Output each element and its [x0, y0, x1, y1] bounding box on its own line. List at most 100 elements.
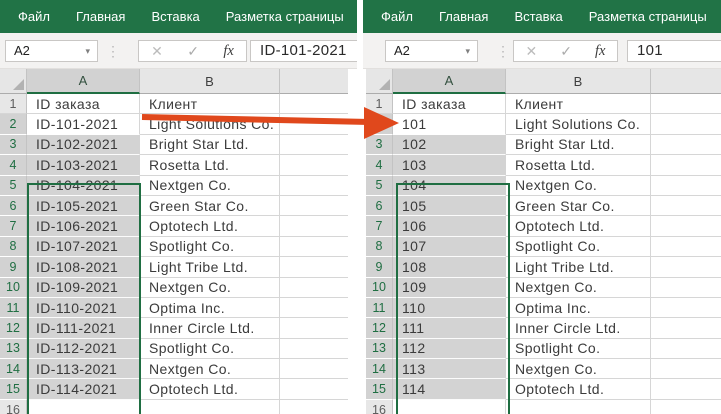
column-header-C[interactable]: [280, 69, 348, 94]
cell-C14[interactable]: [280, 359, 348, 380]
row-header-4[interactable]: 4: [0, 155, 27, 176]
cancel-icon[interactable]: ✕: [526, 43, 538, 60]
cell-C8[interactable]: [280, 236, 348, 258]
row-header-13[interactable]: 13: [366, 338, 393, 360]
column-header-B[interactable]: B: [506, 69, 651, 94]
enter-icon[interactable]: ✓: [187, 43, 199, 60]
cell-A11[interactable]: 110: [393, 297, 506, 319]
select-all-corner[interactable]: [0, 69, 27, 94]
cell-B3[interactable]: Bright Star Ltd.: [506, 134, 651, 156]
cell-A13[interactable]: 112: [393, 338, 506, 360]
cell-B16[interactable]: [140, 399, 280, 414]
cell-A14[interactable]: ID-113-2021: [27, 359, 140, 380]
cell-A7[interactable]: 106: [393, 216, 506, 237]
insert-function-icon[interactable]: fx: [223, 43, 233, 60]
cell-B7[interactable]: Optotech Ltd.: [506, 216, 651, 237]
cell-A15[interactable]: ID-114-2021: [27, 379, 140, 400]
cell-C7[interactable]: [280, 216, 348, 237]
name-box[interactable]: A2 ▾: [385, 40, 478, 62]
cell-B2[interactable]: Light Solutions Co.: [140, 114, 280, 135]
cell-B13[interactable]: Spotlight Co.: [506, 338, 651, 360]
row-header-5[interactable]: 5: [0, 175, 27, 196]
cell-A11[interactable]: ID-110-2021: [27, 297, 140, 319]
cell-C3[interactable]: [651, 134, 721, 156]
cell-C1[interactable]: [280, 94, 348, 115]
cell-B8[interactable]: Spotlight Co.: [140, 236, 280, 258]
tab-insert[interactable]: Вставка: [514, 9, 562, 24]
cell-C2[interactable]: [651, 114, 721, 135]
cancel-icon[interactable]: ✕: [151, 43, 163, 60]
column-header-C[interactable]: [651, 69, 721, 94]
cell-A5[interactable]: ID-104-2021: [27, 175, 140, 196]
cell-B9[interactable]: Light Tribe Ltd.: [140, 257, 280, 278]
cell-B14[interactable]: Nextgen Co.: [506, 359, 651, 380]
cell-A10[interactable]: ID-109-2021: [27, 277, 140, 298]
cell-A4[interactable]: 103: [393, 155, 506, 176]
row-header-1[interactable]: 1: [0, 94, 27, 115]
cell-A2[interactable]: 101: [393, 114, 506, 135]
row-header-12[interactable]: 12: [366, 318, 393, 339]
row-header-15[interactable]: 15: [366, 379, 393, 400]
cell-A6[interactable]: 105: [393, 195, 506, 217]
cell-B1[interactable]: Клиент: [506, 94, 651, 115]
row-header-15[interactable]: 15: [0, 379, 27, 400]
cell-B5[interactable]: Nextgen Co.: [506, 175, 651, 196]
row-header-6[interactable]: 6: [0, 195, 27, 217]
cell-C12[interactable]: [651, 318, 721, 339]
row-header-5[interactable]: 5: [366, 175, 393, 196]
tab-home[interactable]: Главная: [439, 9, 488, 24]
cell-C9[interactable]: [651, 257, 721, 278]
row-header-3[interactable]: 3: [366, 134, 393, 156]
cell-C4[interactable]: [651, 155, 721, 176]
cell-C9[interactable]: [280, 257, 348, 278]
row-header-4[interactable]: 4: [366, 155, 393, 176]
cell-C10[interactable]: [651, 277, 721, 298]
cell-B15[interactable]: Optotech Ltd.: [140, 379, 280, 400]
cell-C6[interactable]: [280, 195, 348, 217]
cell-B7[interactable]: Optotech Ltd.: [140, 216, 280, 237]
cell-C3[interactable]: [280, 134, 348, 156]
cell-B11[interactable]: Optima Inc.: [140, 297, 280, 319]
column-header-B[interactable]: B: [140, 69, 280, 94]
cell-C15[interactable]: [651, 379, 721, 400]
cell-A4[interactable]: ID-103-2021: [27, 155, 140, 176]
cell-A2[interactable]: ID-101-2021: [27, 114, 140, 135]
row-header-10[interactable]: 10: [366, 277, 393, 298]
cell-C2[interactable]: [280, 114, 348, 135]
cell-B15[interactable]: Optotech Ltd.: [506, 379, 651, 400]
cell-C6[interactable]: [651, 195, 721, 217]
cell-A8[interactable]: ID-107-2021: [27, 236, 140, 258]
cell-C12[interactable]: [280, 318, 348, 339]
cell-A12[interactable]: 111: [393, 318, 506, 339]
cell-A14[interactable]: 113: [393, 359, 506, 380]
row-header-10[interactable]: 10: [0, 277, 27, 298]
cell-A15[interactable]: 114: [393, 379, 506, 400]
cell-C10[interactable]: [280, 277, 348, 298]
row-header-16[interactable]: 16: [0, 399, 27, 414]
cell-A9[interactable]: 108: [393, 257, 506, 278]
cell-A9[interactable]: ID-108-2021: [27, 257, 140, 278]
row-header-13[interactable]: 13: [0, 338, 27, 360]
row-header-14[interactable]: 14: [366, 359, 393, 380]
cell-A13[interactable]: ID-112-2021: [27, 338, 140, 360]
cell-B3[interactable]: Bright Star Ltd.: [140, 134, 280, 156]
cell-B12[interactable]: Inner Circle Ltd.: [140, 318, 280, 339]
cell-C5[interactable]: [651, 175, 721, 196]
tab-insert[interactable]: Вставка: [151, 9, 199, 24]
cell-B9[interactable]: Light Tribe Ltd.: [506, 257, 651, 278]
tab-page-layout[interactable]: Разметка страницы: [589, 9, 707, 24]
formula-input[interactable]: 101: [627, 40, 721, 62]
cell-B4[interactable]: Rosetta Ltd.: [506, 155, 651, 176]
cell-B6[interactable]: Green Star Co.: [506, 195, 651, 217]
name-box-dropdown-icon[interactable]: ▾: [465, 41, 470, 61]
column-header-A[interactable]: A: [27, 69, 140, 94]
cell-B5[interactable]: Nextgen Co.: [140, 175, 280, 196]
row-header-7[interactable]: 7: [0, 216, 27, 237]
cell-C11[interactable]: [280, 297, 348, 319]
cell-A3[interactable]: 102: [393, 134, 506, 156]
cell-C1[interactable]: [651, 94, 721, 115]
cell-A8[interactable]: 107: [393, 236, 506, 258]
column-header-A[interactable]: A: [393, 69, 506, 94]
cell-A6[interactable]: ID-105-2021: [27, 195, 140, 217]
tab-page-layout[interactable]: Разметка страницы: [226, 9, 344, 24]
